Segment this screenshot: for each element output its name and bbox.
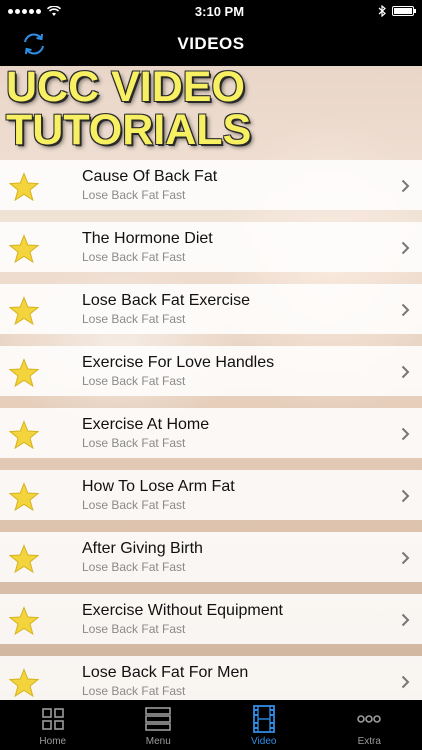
- tab-extra[interactable]: Extra: [317, 700, 422, 750]
- star-icon: [8, 358, 40, 388]
- status-time: 3:10 PM: [194, 3, 245, 19]
- list-item[interactable]: The Hormone Diet Lose Back Fat Fast: [0, 222, 422, 272]
- list-item[interactable]: How To Lose Arm Fat Lose Back Fat Fast: [0, 470, 422, 520]
- list-item[interactable]: Exercise At Home Lose Back Fat Fast: [0, 408, 422, 458]
- star-icon: [8, 668, 40, 698]
- list-item-title: Cause Of Back Fat: [82, 168, 218, 185]
- list-item[interactable]: Lose Back Fat Exercise Lose Back Fat Fast: [0, 284, 422, 334]
- list-item[interactable]: Exercise Without Equipment Lose Back Fat …: [0, 594, 422, 644]
- more-icon: [357, 715, 382, 723]
- star-icon: [8, 172, 40, 202]
- star-icon: [8, 420, 40, 450]
- list-item-subtitle: Lose Back Fat Fast: [82, 622, 186, 636]
- chevron-right-icon: [401, 179, 410, 193]
- list-item-subtitle: Lose Back Fat Fast: [82, 436, 186, 450]
- list-item-title: Exercise For Love Handles: [82, 354, 275, 371]
- list-item-title: The Hormone Diet: [82, 230, 213, 247]
- page-title: VIDEOS: [177, 34, 245, 53]
- tab-video[interactable]: Video: [211, 700, 317, 750]
- tab-bar: Home Menu Video Extra: [0, 700, 422, 750]
- list-item-title: Exercise At Home: [82, 416, 210, 433]
- chevron-right-icon: [401, 613, 410, 627]
- chevron-right-icon: [401, 365, 410, 379]
- list-item-title: After Giving Birth: [82, 540, 203, 557]
- list-item-subtitle: Lose Back Fat Fast: [82, 684, 186, 698]
- list-item[interactable]: After Giving Birth Lose Back Fat Fast: [0, 532, 422, 582]
- tab-label: Home: [39, 736, 67, 747]
- tab-menu[interactable]: Menu: [106, 700, 212, 750]
- chevron-right-icon: [401, 489, 410, 503]
- chevron-right-icon: [401, 675, 410, 689]
- tab-label: Menu: [145, 736, 171, 747]
- list-item[interactable]: Exercise For Love Handles Lose Back Fat F…: [0, 346, 422, 396]
- star-icon: [8, 544, 40, 574]
- status-bar: 3:10 PM: [0, 0, 422, 22]
- tab-label: Video: [251, 736, 277, 747]
- list-item-title: Lose Back Fat Exercise: [82, 292, 251, 309]
- list-item-subtitle: Lose Back Fat Fast: [82, 374, 186, 388]
- star-icon: [8, 296, 40, 326]
- refresh-icon[interactable]: [18, 28, 50, 60]
- battery-icon: [391, 6, 416, 16]
- list-item-subtitle: Lose Back Fat Fast: [82, 312, 186, 326]
- list-item[interactable]: Lose Back Fat For Men Lose Back Fat Fast: [0, 656, 422, 700]
- tab-home[interactable]: Home: [0, 700, 106, 750]
- list-item-title: Lose Back Fat For Men: [82, 664, 249, 681]
- list-item-subtitle: Lose Back Fat Fast: [82, 250, 186, 264]
- star-icon: [8, 482, 40, 512]
- navigation-bar: VIDEOS: [0, 22, 422, 66]
- grid-icon: [41, 708, 64, 730]
- star-icon: [8, 234, 40, 264]
- list-item-subtitle: Lose Back Fat Fast: [82, 188, 186, 202]
- star-icon: [8, 606, 40, 636]
- chevron-right-icon: [401, 551, 410, 565]
- app-screen: 3:10 PM VIDEOS UCC VIDEO TUTORIALS Cause…: [0, 0, 422, 750]
- chevron-right-icon: [401, 427, 410, 441]
- tab-label: Extra: [357, 736, 381, 747]
- headline-banner: UCC VIDEO TUTORIALS: [6, 66, 252, 154]
- list-item-subtitle: Lose Back Fat Fast: [82, 560, 186, 574]
- list-icon: [145, 707, 172, 731]
- list-item[interactable]: Cause Of Back Fat Lose Back Fat Fast: [0, 160, 422, 210]
- film-icon: [252, 705, 275, 733]
- bluetooth-icon: [378, 5, 386, 17]
- list-item-title: Exercise Without Equipment: [82, 602, 283, 619]
- list-item-subtitle: Lose Back Fat Fast: [82, 498, 186, 512]
- chevron-right-icon: [401, 303, 410, 317]
- video-list-area[interactable]: UCC VIDEO TUTORIALS Cause Of Back Fat Los…: [0, 66, 422, 700]
- wifi-icon: [47, 5, 61, 16]
- list-item-title: How To Lose Arm Fat: [82, 478, 235, 495]
- signal-icon: [8, 8, 41, 14]
- video-list: Cause Of Back Fat Lose Back Fat Fast The H…: [0, 160, 422, 700]
- chevron-right-icon: [401, 241, 410, 255]
